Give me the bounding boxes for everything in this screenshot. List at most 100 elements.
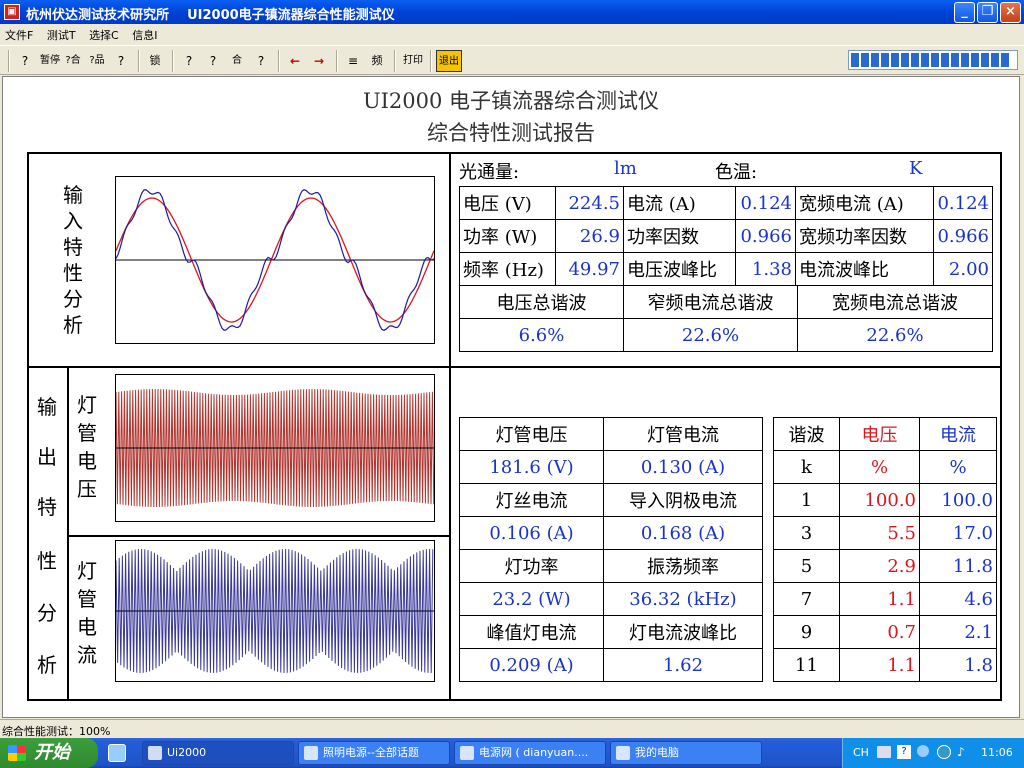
- table-row: 电压 (V) 224.5 电流 (A) 0.124 宽频电流 (A) 0.124: [459, 186, 993, 220]
- menu-select[interactable]: 选择C: [84, 24, 124, 43]
- help-icon[interactable]: ?: [897, 745, 911, 759]
- ie-task-icon: [460, 746, 474, 760]
- divider-horizontal: [29, 366, 1000, 368]
- toolbar-separator: [430, 50, 432, 72]
- lamp-power-header: 灯功率: [459, 549, 604, 583]
- task-dianyuan[interactable]: 电源网 ( dianyuan....: [454, 741, 606, 765]
- harmonic-order: 5: [773, 549, 840, 583]
- harmonic-voltage: 100.0: [839, 483, 920, 517]
- toolbar-edit-icon[interactable]: ≡: [342, 50, 364, 72]
- table-row: 5 2.9 11.8: [773, 549, 997, 583]
- ie-task-icon: [304, 746, 318, 760]
- cathode-current-value: 0.168 (A): [603, 516, 763, 550]
- ui2000-task-icon: [148, 746, 162, 760]
- voltage-value: 224.5: [555, 186, 624, 220]
- toolbar-pause-icon[interactable]: 暂停: [38, 50, 62, 72]
- oscillation-frequency-value: 36.32 (kHz): [603, 582, 763, 616]
- menu-info[interactable]: 信息I: [127, 24, 162, 43]
- table-row: k % %: [773, 450, 997, 484]
- filament-current-header: 灯丝电流: [459, 483, 604, 517]
- windows-logo-icon: [8, 745, 26, 761]
- keyboard-icon[interactable]: [877, 746, 891, 758]
- lock-icon[interactable]: 锁: [144, 50, 166, 72]
- harmonic-order: 3: [773, 516, 840, 550]
- wideband-current-thd-value: 22.6%: [797, 318, 993, 352]
- color-temp-label: 色温:: [715, 162, 758, 183]
- window-title: 杭州伏达测试技术研究所 UI2000电子镇流器综合性能测试仪: [26, 8, 395, 23]
- filament-current-value: 0.106 (A): [459, 516, 604, 550]
- frequency-label: 频率 (Hz): [459, 252, 556, 286]
- cathode-current-header: 导入阴极电流: [603, 483, 763, 517]
- output-measurement-table: 灯管电压 灯管电流 181.6 (V) 0.130 (A) 灯丝电流 导入阴极电…: [459, 417, 763, 682]
- toolbar-combine-icon[interactable]: ?合: [62, 50, 84, 72]
- table-row: 3 5.5 17.0: [773, 516, 997, 550]
- input-measurement-table: 电压 (V) 224.5 电流 (A) 0.124 宽频电流 (A) 0.124…: [459, 186, 993, 286]
- close-button[interactable]: ×: [1000, 2, 1021, 23]
- report-subtitle: 综合特性测试报告: [427, 121, 595, 145]
- quicklaunch-ie-icon[interactable]: [108, 744, 126, 762]
- menu-test[interactable]: 测试T: [42, 24, 81, 43]
- clock[interactable]: 11:06: [981, 746, 1013, 759]
- tray-network-icon[interactable]: [937, 745, 951, 759]
- task-lighting-forum[interactable]: 照明电源--全部话题: [298, 741, 450, 765]
- table-row: 0.106 (A) 0.168 (A): [459, 516, 763, 550]
- input-waveform-plot: [115, 176, 435, 344]
- toolbar-separator: [172, 50, 174, 72]
- table-row: 7 1.1 4.6: [773, 582, 997, 616]
- toolbar-tool2-icon[interactable]: ?: [202, 50, 224, 72]
- toolbar-tool3-icon[interactable]: 合: [226, 50, 248, 72]
- exit-door-icon[interactable]: 退出: [436, 50, 462, 72]
- toolbar-help-icon[interactable]: ?: [14, 50, 36, 72]
- harmonic-current: 11.8: [919, 549, 997, 583]
- toolbar-query-icon[interactable]: ?: [110, 50, 132, 72]
- toolbar-tool4-icon[interactable]: ?: [250, 50, 272, 72]
- power-factor-label: 功率因数: [623, 219, 736, 253]
- current-crest-factor-value: 2.00: [933, 252, 993, 286]
- table-row: 灯功率 振荡频率: [459, 549, 763, 583]
- maximize-button[interactable]: ❐: [977, 2, 998, 23]
- lamp-voltage-waveform-plot: [115, 374, 435, 522]
- arrow-left-icon[interactable]: ←: [284, 50, 306, 72]
- toolbar-frequency-icon[interactable]: 频: [366, 50, 388, 72]
- language-indicator[interactable]: CH: [853, 746, 869, 759]
- menu-file[interactable]: 文件F: [0, 24, 38, 43]
- printer-icon[interactable]: 打印: [400, 50, 426, 72]
- start-button[interactable]: 开始: [0, 738, 98, 768]
- tray-app-icon[interactable]: [917, 745, 929, 757]
- harmonic-current: 4.6: [919, 582, 997, 616]
- harmonic-current: 1.8: [919, 648, 997, 682]
- lamp-current-value: 0.130 (A): [603, 450, 763, 484]
- table-row: 23.2 (W) 36.32 (kHz): [459, 582, 763, 616]
- task-ui2000[interactable]: Ui2000: [142, 741, 294, 765]
- wideband-current-label: 宽频电流 (A): [795, 186, 934, 220]
- task-my-computer[interactable]: 我的电脑: [610, 741, 762, 765]
- toolbar-product-icon[interactable]: ?品: [86, 50, 108, 72]
- harmonic-table: 谐波 电压 电流 k % % 1 100.0 100.0 3 5.5 17.0 …: [773, 417, 997, 682]
- power-factor-value: 0.966: [735, 219, 796, 253]
- task-label: 照明电源--全部话题: [323, 746, 419, 759]
- wideband-power-factor-value: 0.966: [933, 219, 993, 253]
- progress-indicator: [848, 50, 1018, 70]
- table-row: 灯丝电流 导入阴极电流: [459, 483, 763, 517]
- divider-output-label: [67, 366, 69, 699]
- minimize-button[interactable]: _: [954, 2, 975, 23]
- lamp-current-crest-value: 1.62: [603, 648, 763, 682]
- task-label: 我的电脑: [635, 746, 679, 759]
- toolbar-tool1-icon[interactable]: ?: [178, 50, 200, 72]
- title-bar[interactable]: ▣ 杭州伏达测试技术研究所 UI2000电子镇流器综合性能测试仪 _ ❐ ×: [0, 0, 1024, 24]
- harmonic-order: 9: [773, 615, 840, 649]
- report-frame: 输 入 特 性 分 析 光通量: lm 色温: K 电压 (V) 224.5 电…: [27, 152, 1002, 701]
- table-row: 功率 (W) 26.9 功率因数 0.966 宽频功率因数 0.966: [459, 219, 993, 253]
- harmonic-current: 2.1: [919, 615, 997, 649]
- wideband-current-thd-label: 宽频电流总谐波: [797, 285, 993, 319]
- voltage-label: 电压 (V): [459, 186, 556, 220]
- table-row: 频率 (Hz) 49.97 电压波峰比 1.38 电流波峰比 2.00: [459, 252, 993, 286]
- app-icon[interactable]: ▣: [4, 4, 20, 20]
- divider-output-waves: [67, 535, 449, 537]
- color-temp-unit: K: [909, 158, 923, 179]
- harmonic-order-header: 谐波: [773, 417, 840, 451]
- lamp-current-waveform-plot: [115, 540, 435, 682]
- current-value: 0.124: [735, 186, 796, 220]
- arrow-right-icon[interactable]: →: [308, 50, 330, 72]
- volume-icon[interactable]: ♪: [957, 745, 971, 759]
